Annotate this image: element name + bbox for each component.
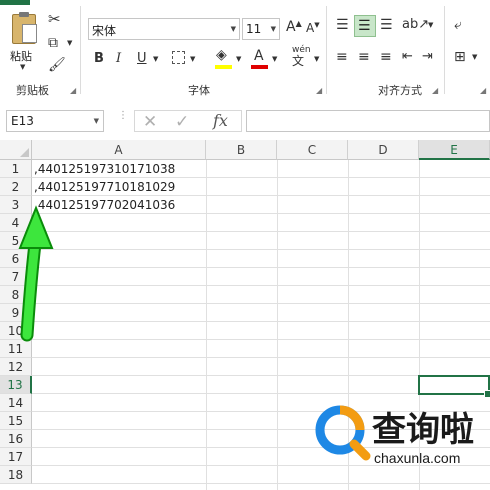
chevron-down-icon[interactable]: ▼ — [314, 56, 319, 63]
dialog-launcher-icon[interactable]: ◢ — [480, 86, 486, 95]
align-right-icon[interactable]: ≡ — [380, 50, 392, 64]
decrease-indent-icon[interactable]: ⇤ — [402, 50, 413, 63]
align-bottom-icon[interactable]: ☰ — [380, 18, 393, 32]
wrap-text-icon[interactable]: ⤶ — [454, 18, 462, 32]
font-name-value: 宋体 — [92, 24, 117, 38]
cancel-icon[interactable]: ✕ — [143, 112, 157, 132]
font-size-select[interactable]: 11 ▼ — [242, 18, 280, 40]
increase-indent-icon[interactable]: ⇥ — [422, 50, 433, 63]
chevron-down-icon: ▼ — [230, 25, 236, 33]
paste-icon — [12, 12, 37, 44]
font-color-icon[interactable]: A — [254, 49, 264, 63]
chevron-down-icon: ▼ — [20, 63, 26, 71]
align-middle-icon: ☰ — [358, 18, 371, 34]
formula-bar: E13 ▼ ⋮ ✕ ✓ fx — [0, 100, 490, 140]
chevron-down-icon: ▼ — [270, 25, 276, 33]
dialog-launcher-icon[interactable]: ◢ — [316, 86, 322, 95]
align-center-icon[interactable]: ≡ — [358, 50, 370, 64]
watermark: 查询啦 chaxunla.com — [312, 402, 490, 472]
shrink-font-icon[interactable]: A▼ — [306, 22, 320, 35]
orientation-icon[interactable]: ab↗ — [402, 18, 429, 31]
chevron-down-icon[interactable]: ▼ — [472, 54, 477, 61]
dialog-launcher-icon[interactable]: ◢ — [432, 86, 438, 95]
copy-icon[interactable]: ⧉ — [48, 36, 58, 50]
italic-button[interactable]: I — [116, 52, 121, 65]
chevron-down-icon: ▼ — [93, 117, 99, 125]
cut-icon[interactable]: ✂ — [48, 12, 61, 27]
align-left-icon[interactable]: ≡ — [336, 50, 348, 64]
chevron-down-icon[interactable]: ▼ — [153, 56, 158, 63]
name-box[interactable]: E13 ▼ — [6, 110, 104, 132]
ribbon: 粘贴 ▼ ✂ ⧉ ▼ 🖌 剪贴板 ◢ 宋体 ▼ 11 ▼ A▲ A▼ B I U… — [0, 0, 490, 101]
chevron-down-icon[interactable]: ▼ — [190, 56, 195, 63]
formula-buttons: ✕ ✓ fx — [134, 110, 242, 132]
fill-color-swatch — [215, 65, 232, 69]
worksheet-grid[interactable]: A B C D E 1 2 3 4 5 6 7 8 9 10 11 12 13 14 15 16 17 18 ,4… — [0, 140, 490, 490]
dialog-launcher-icon[interactable]: ◢ — [70, 86, 76, 95]
insert-function-icon[interactable]: fx — [213, 111, 228, 130]
phonetic-guide-icon[interactable]: wén 文 — [292, 46, 311, 68]
font-group-label: 字体 — [188, 84, 210, 97]
align-top-icon[interactable]: ☰ — [336, 18, 349, 32]
font-size-value: 11 — [246, 22, 262, 36]
formula-splitter[interactable]: ⋮ — [118, 111, 128, 129]
clipboard-group-label: 剪贴板 — [16, 84, 49, 97]
bold-button[interactable]: B — [94, 52, 104, 65]
chevron-down-icon[interactable]: ▼ — [428, 22, 433, 29]
watermark-url: chaxunla.com — [374, 450, 461, 466]
magnifier-logo-icon — [315, 405, 371, 461]
chevron-down-icon[interactable]: ▼ — [272, 56, 277, 63]
format-painter-icon[interactable]: 🖌 — [48, 58, 66, 72]
grow-font-icon[interactable]: A▲ — [286, 20, 302, 35]
align-middle-button[interactable]: ☰ — [354, 15, 376, 37]
font-name-select[interactable]: 宋体 ▼ — [88, 18, 240, 40]
underline-button[interactable]: U — [137, 52, 147, 65]
paste-button[interactable]: 粘贴 ▼ — [6, 12, 42, 72]
paste-label: 粘贴 — [10, 50, 32, 63]
confirm-icon[interactable]: ✓ — [175, 112, 189, 132]
fill-color-icon[interactable]: ◈ — [216, 48, 227, 62]
chevron-down-icon[interactable]: ▼ — [236, 56, 241, 63]
merge-cells-icon[interactable]: ⊞ — [454, 50, 466, 64]
chevron-down-icon[interactable]: ▼ — [67, 40, 72, 47]
alignment-group-label: 对齐方式 — [378, 84, 422, 97]
file-tab[interactable] — [0, 0, 30, 5]
watermark-brand: 查询啦 — [372, 410, 474, 450]
font-color-swatch — [251, 65, 268, 69]
name-box-value: E13 — [11, 114, 34, 128]
formula-input[interactable] — [246, 110, 490, 132]
border-icon[interactable] — [172, 51, 185, 64]
